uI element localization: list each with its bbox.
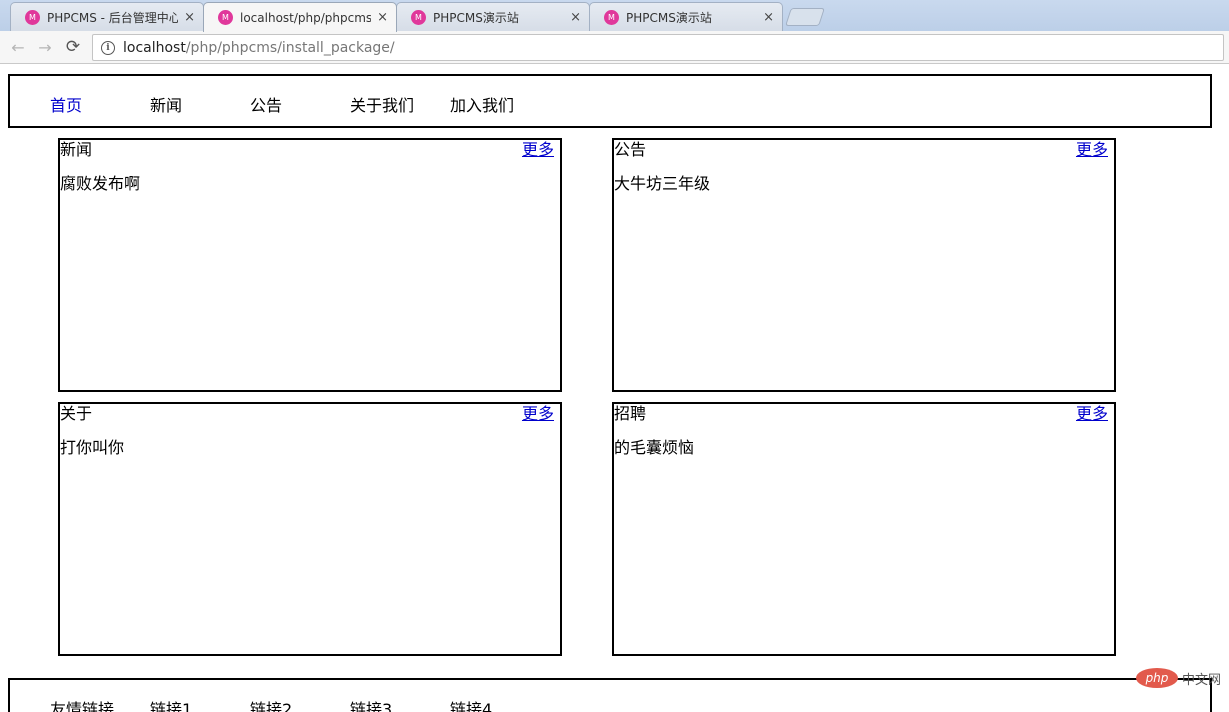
nav-item-about[interactable]: 关于我们 xyxy=(350,92,414,116)
url-path: /php/phpcms/install_package/ xyxy=(185,39,395,56)
main-nav: 首页 新闻 公告 关于我们 加入我们 xyxy=(8,74,1212,128)
close-icon[interactable]: × xyxy=(570,10,581,25)
list-item[interactable]: 大牛坊三年级 xyxy=(614,174,710,194)
url-host: localhost xyxy=(123,39,186,56)
phpcms-favicon-icon: M xyxy=(411,9,426,25)
tab-phpcms-demo-1[interactable]: M PHPCMS演示站 × xyxy=(396,2,590,31)
phpcms-favicon-icon: M xyxy=(604,9,619,25)
recruit-box: 招聘 更多 的毛囊烦恼 xyxy=(612,402,1116,656)
watermark-text: 中文网 xyxy=(1181,672,1221,688)
tab-phpcms-admin[interactable]: M PHPCMS - 后台管理中心 × xyxy=(10,2,204,31)
box-title: 公告 xyxy=(614,140,647,159)
box-title: 关于 xyxy=(60,404,93,423)
forward-arrow-icon[interactable]: → xyxy=(35,37,55,57)
list-item[interactable]: 的毛囊烦恼 xyxy=(614,438,694,458)
tab-title: PHPCMS演示站 xyxy=(626,10,712,25)
news-box: 新闻 更多 腐败发布啊 xyxy=(58,138,562,392)
nav-item-join[interactable]: 加入我们 xyxy=(450,92,514,116)
close-icon[interactable]: × xyxy=(184,10,195,25)
more-link[interactable]: 更多 xyxy=(1076,404,1108,424)
reload-icon[interactable]: ⟳ xyxy=(63,37,83,57)
more-link[interactable]: 更多 xyxy=(522,140,554,160)
back-arrow-icon[interactable]: ← xyxy=(8,37,28,57)
tab-strip: M PHPCMS - 后台管理中心 × M localhost/php/phpc… xyxy=(0,0,1229,32)
list-item[interactable]: 打你叫你 xyxy=(60,438,124,458)
more-link[interactable]: 更多 xyxy=(1076,140,1108,160)
tab-title: PHPCMS - 后台管理中心 xyxy=(47,10,179,25)
nav-item-news[interactable]: 新闻 xyxy=(150,92,182,116)
tab-localhost[interactable]: M localhost/php/phpcms/ × xyxy=(203,2,397,32)
tab-title: localhost/php/phpcms/ xyxy=(240,10,372,25)
box-title: 招聘 xyxy=(614,404,647,423)
php-logo-icon: php xyxy=(1135,668,1178,688)
new-tab-button[interactable] xyxy=(785,8,825,26)
friend-link-2[interactable]: 链接2 xyxy=(250,696,292,712)
friend-links-label: 友情链接 xyxy=(50,700,115,712)
friend-link-3[interactable]: 链接3 xyxy=(350,696,392,712)
browser-toolbar: ← → ⟳ i localhost/php/phpcms/install_pac… xyxy=(0,31,1229,64)
close-icon[interactable]: × xyxy=(763,10,774,25)
nav-item-home[interactable]: 首页 xyxy=(50,92,82,116)
page-content: 首页 新闻 公告 关于我们 加入我们 新闻 更多 腐败发布啊 公告 更多 大牛坊… xyxy=(0,64,1229,712)
friend-link-4[interactable]: 链接4 xyxy=(450,696,492,712)
tab-title: PHPCMS演示站 xyxy=(433,10,519,25)
phpcms-favicon-icon: M xyxy=(25,9,40,25)
phpcms-favicon-icon: M xyxy=(218,10,233,25)
address-bar[interactable]: i localhost/php/phpcms/install_package/ xyxy=(92,34,1224,61)
nav-item-notice[interactable]: 公告 xyxy=(250,92,282,116)
list-item[interactable]: 腐败发布啊 xyxy=(60,174,140,194)
box-title: 新闻 xyxy=(60,140,93,159)
php-cn-watermark: php 中文网 xyxy=(1135,668,1221,688)
friend-link-1[interactable]: 链接1 xyxy=(150,696,192,712)
site-info-icon[interactable]: i xyxy=(101,40,115,55)
more-link[interactable]: 更多 xyxy=(522,404,554,424)
notice-box: 公告 更多 大牛坊三年级 xyxy=(612,138,1116,392)
about-box: 关于 更多 打你叫你 xyxy=(58,402,562,656)
close-icon[interactable]: × xyxy=(377,10,388,25)
friend-links-bar: 友情链接 链接1 链接2 链接3 链接4 xyxy=(8,678,1212,712)
tab-phpcms-demo-2[interactable]: M PHPCMS演示站 × xyxy=(589,2,783,31)
